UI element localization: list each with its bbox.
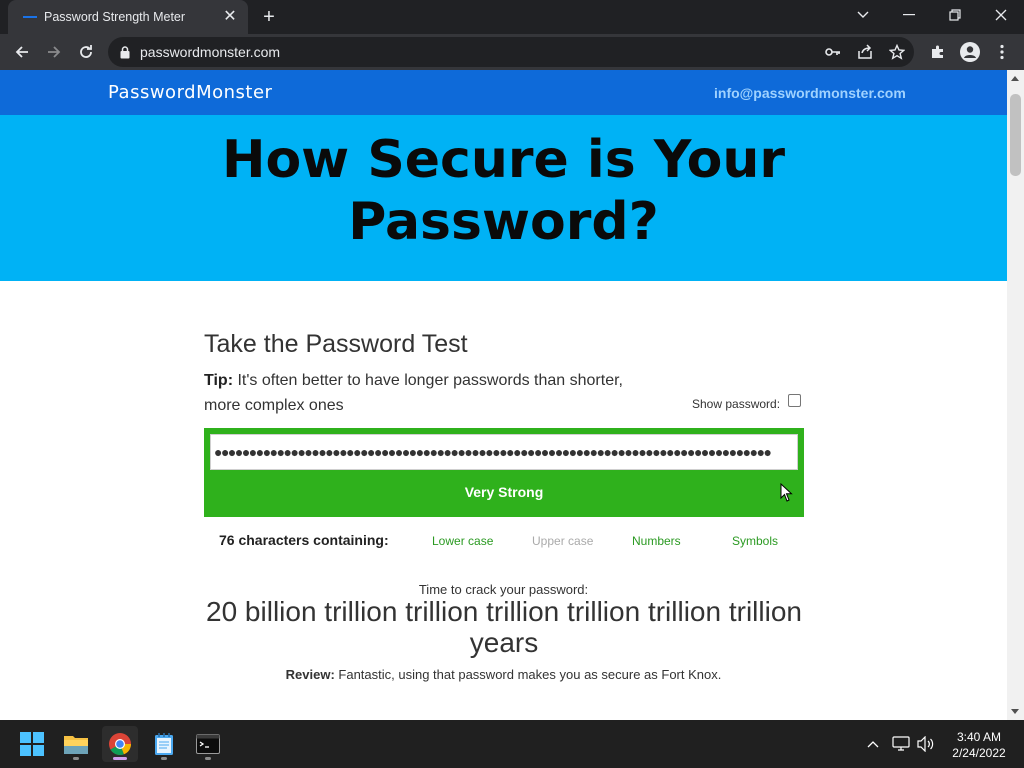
restore-button[interactable] (932, 0, 978, 30)
review-label: Review: (285, 667, 335, 682)
clock-date: 2/24/2022 (952, 746, 1006, 760)
show-password-toggle[interactable]: Show password: (692, 393, 802, 411)
crack-time-label: Time to crack your password: (418, 582, 589, 597)
hero-title: How Secure is Your Password? (0, 129, 1007, 253)
taskbar: 3:40 AM 2/24/2022 (0, 720, 1024, 768)
key-icon[interactable] (824, 43, 842, 61)
hero-banner: How Secure is Your Password? (0, 115, 1007, 281)
mouse-cursor-icon (780, 483, 793, 502)
strength-label: Very Strong (464, 484, 544, 500)
contact-email-link[interactable]: info@passwordmonster.com (714, 85, 906, 101)
tab-strip: Password Strength Meter ✕ + (0, 0, 1024, 34)
tip-text: Tip: It's often better to have longer pa… (204, 368, 644, 418)
system-clock[interactable]: 3:40 AM 2/24/2022 (944, 729, 1014, 761)
share-icon[interactable] (856, 43, 874, 61)
site-logo[interactable]: PasswordMonster (108, 82, 272, 103)
file-explorer-icon[interactable] (58, 726, 94, 762)
tab-title: Password Strength Meter (44, 10, 186, 24)
review-body: Fantastic, using that password makes you… (334, 667, 722, 682)
show-password-checkbox[interactable] (788, 393, 802, 407)
network-icon[interactable] (890, 732, 912, 756)
running-indicator (205, 757, 211, 760)
show-hidden-icons-chevron-icon[interactable] (862, 732, 884, 756)
site-header: PasswordMonster info@passwordmonster.com (0, 70, 1007, 115)
crack-time-value: 20 billion trillion trillion trillion tr… (206, 596, 802, 658)
active-indicator (113, 757, 127, 760)
url-text: passwordmonster.com (140, 44, 281, 60)
tab-close-icon[interactable]: ✕ (222, 9, 238, 25)
reload-icon[interactable] (72, 38, 100, 66)
tip-body: It's often better to have longer passwor… (204, 372, 623, 414)
criteria-lower-case: Lower case (432, 534, 494, 548)
terminal-icon[interactable] (190, 726, 226, 762)
chrome-taskbar-icon[interactable] (102, 726, 138, 762)
page-scrollbar[interactable] (1007, 70, 1024, 720)
web-page: PasswordMonster info@passwordmonster.com… (0, 70, 1007, 720)
new-tab-button[interactable]: + (258, 6, 280, 28)
hero-title-line1: How Secure is Your (221, 130, 786, 190)
extensions-icon[interactable] (924, 38, 952, 66)
volume-icon[interactable] (915, 732, 937, 756)
notepad-icon[interactable] (146, 726, 182, 762)
tip-label: Tip: (204, 372, 234, 389)
scroll-down-icon[interactable] (1011, 709, 1019, 714)
hero-title-line2: Password? (348, 192, 659, 252)
back-icon[interactable] (8, 38, 36, 66)
criteria-upper-case: Upper case (532, 534, 594, 548)
running-indicator (73, 757, 79, 760)
browser-tab[interactable]: Password Strength Meter ✕ (8, 0, 248, 34)
scroll-up-icon[interactable] (1011, 76, 1019, 81)
tab-search-icon[interactable] (840, 0, 886, 30)
scrollbar-thumb[interactable] (1010, 94, 1021, 176)
start-button[interactable] (14, 726, 50, 762)
review-text: Review: Fantastic, using that password m… (0, 667, 1007, 682)
test-heading: Take the Password Test (204, 330, 468, 358)
close-window-button[interactable] (978, 0, 1024, 30)
browser-toolbar: passwordmonster.com (0, 34, 1024, 70)
forward-icon[interactable] (40, 38, 68, 66)
lock-icon[interactable] (120, 45, 130, 59)
bookmark-star-icon[interactable] (888, 43, 906, 61)
running-indicator (161, 757, 167, 760)
password-input[interactable]: ●●●●●●●●●●●●●●●●●●●●●●●●●●●●●●●●●●●●●●●●… (210, 434, 798, 470)
profile-avatar-icon[interactable] (956, 38, 984, 66)
criteria-symbols: Symbols (732, 534, 779, 548)
site-favicon-icon (22, 9, 38, 25)
show-password-label: Show password: (692, 397, 781, 411)
clock-time: 3:40 AM (956, 730, 1002, 744)
browser-menu-icon[interactable] (988, 38, 1016, 66)
address-bar[interactable]: passwordmonster.com (108, 37, 914, 67)
strength-meter: ●●●●●●●●●●●●●●●●●●●●●●●●●●●●●●●●●●●●●●●●… (204, 428, 804, 517)
minimize-button[interactable] (886, 0, 932, 30)
character-count: 76 characters containing: (219, 532, 389, 548)
criteria-numbers: Numbers (632, 534, 681, 548)
character-summary: 76 characters containing: Lower case Upp… (204, 532, 804, 552)
